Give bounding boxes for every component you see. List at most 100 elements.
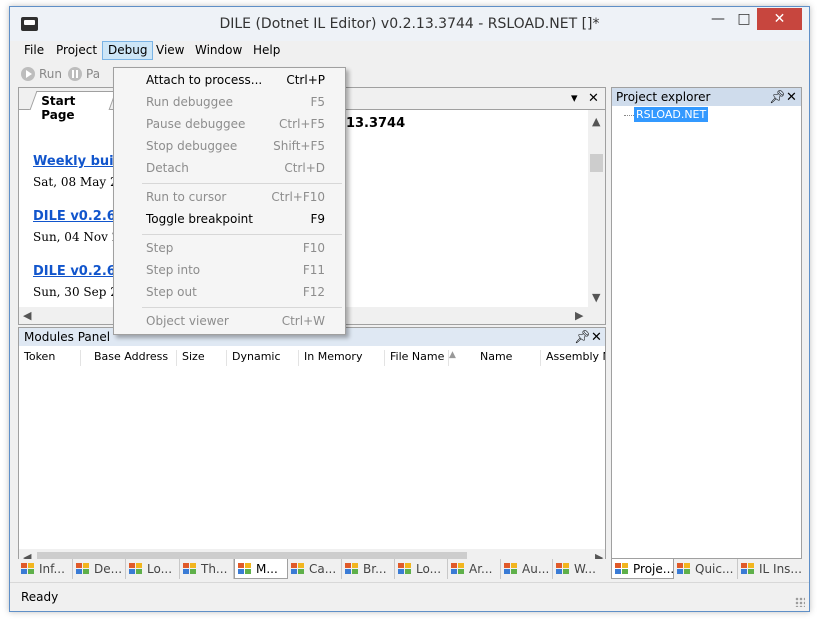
sort-up-icon: ▲ bbox=[449, 350, 456, 360]
close-tab-icon[interactable]: ✕ bbox=[588, 91, 599, 106]
debug-menu-item-pause-debuggee[interactable]: Pause debuggee Ctrl+F5 bbox=[114, 113, 345, 135]
version-heading: .13.3744 bbox=[341, 116, 406, 131]
pause-icon bbox=[68, 67, 82, 81]
column-base-address[interactable]: Base Address bbox=[89, 350, 177, 366]
tab-debug-output[interactable]: De... bbox=[73, 559, 126, 579]
menu-item-shortcut: Ctrl+F10 bbox=[271, 190, 325, 204]
menu-item-label: Toggle breakpoint bbox=[146, 212, 253, 226]
close-button[interactable]: ✕ bbox=[757, 8, 802, 30]
menu-item-label: Pause debuggee bbox=[146, 117, 246, 131]
menu-item-shortcut: Ctrl+W bbox=[281, 314, 325, 328]
column-file-name[interactable]: File Name bbox=[385, 350, 449, 366]
close-panel-icon[interactable]: ✕ bbox=[591, 330, 602, 345]
scroll-left-icon[interactable]: ◀ bbox=[23, 309, 31, 322]
close-panel-icon[interactable]: ✕ bbox=[786, 90, 797, 105]
menu-bar: File Project Debug View Window Help bbox=[10, 41, 809, 60]
debug-menu-item-run-to-cursor[interactable]: Run to cursor Ctrl+F10 bbox=[114, 186, 345, 208]
menu-item-shortcut: F10 bbox=[302, 241, 325, 255]
status-text: Ready bbox=[21, 590, 59, 604]
maximize-button[interactable]: □ bbox=[731, 8, 757, 30]
panel-icon bbox=[741, 563, 755, 575]
menu-window[interactable]: Window bbox=[190, 41, 247, 60]
news-date: Sat, 08 May 2 bbox=[33, 175, 118, 189]
pause-label: Pa bbox=[86, 67, 101, 81]
menu-item-label: Step bbox=[146, 241, 174, 255]
tab-list-icon[interactable]: ▾ bbox=[571, 91, 578, 106]
debug-menu-item-stop-debuggee[interactable]: Stop debuggee Shift+F5 bbox=[114, 135, 345, 157]
panel-icon bbox=[238, 562, 252, 575]
resize-grip-icon[interactable] bbox=[795, 597, 805, 607]
news-link[interactable]: DILE v0.2.6 bbox=[33, 264, 116, 279]
column-dynamic[interactable]: Dynamic bbox=[227, 350, 299, 366]
pin-icon[interactable]: 📌︎ bbox=[769, 90, 786, 105]
tab-information[interactable]: Inf... bbox=[18, 559, 73, 579]
debug-menu-item-step-into[interactable]: Step into F11 bbox=[114, 259, 345, 281]
panel-icon bbox=[451, 563, 465, 575]
column-name[interactable]: Name bbox=[475, 350, 541, 366]
panel-icon bbox=[504, 563, 518, 575]
menu-item-shortcut: F9 bbox=[310, 212, 325, 226]
menu-separator bbox=[142, 307, 342, 308]
tab-threads[interactable]: Th... bbox=[180, 559, 234, 579]
scroll-up-icon[interactable]: ▲ bbox=[592, 115, 600, 128]
tab-call-stack[interactable]: Ca... bbox=[288, 559, 342, 579]
menu-item-shortcut: F11 bbox=[302, 263, 325, 277]
tab-auto-objects[interactable]: Au... bbox=[501, 559, 553, 579]
menu-item-label: Run to cursor bbox=[146, 190, 227, 204]
menu-item-label: Step into bbox=[146, 263, 201, 277]
title-bar[interactable]: DILE (Dotnet IL Editor) v0.2.13.3744 - R… bbox=[10, 7, 809, 41]
tab-modules[interactable]: M... bbox=[234, 559, 288, 579]
debug-menu-item-run-debuggee[interactable]: Run debuggee F5 bbox=[114, 91, 345, 113]
project-tree-node[interactable]: RSLOAD.NET bbox=[634, 107, 709, 122]
column-token[interactable]: Token bbox=[19, 350, 81, 366]
debug-menu-item-step-out[interactable]: Step out F12 bbox=[114, 281, 345, 303]
menu-item-shortcut: Shift+F5 bbox=[273, 139, 325, 153]
menu-debug[interactable]: Debug bbox=[102, 41, 154, 60]
menu-project[interactable]: Project bbox=[51, 41, 102, 60]
debug-menu-item-detach[interactable]: Detach Ctrl+D bbox=[114, 157, 345, 179]
debug-menu-item-attach-to-process[interactable]: Attach to process... Ctrl+P bbox=[114, 69, 345, 91]
menu-item-shortcut: F5 bbox=[310, 95, 325, 109]
tab-breakpoints[interactable]: Br... bbox=[342, 559, 395, 579]
app-window: DILE (Dotnet IL Editor) v0.2.13.3744 - R… bbox=[9, 6, 810, 612]
scroll-thumb[interactable] bbox=[590, 154, 603, 172]
column-size[interactable]: Size bbox=[177, 350, 227, 366]
minimize-button[interactable]: — bbox=[705, 8, 731, 30]
scroll-down-icon[interactable]: ▼ bbox=[592, 291, 600, 304]
tab-quick-search[interactable]: Quic... bbox=[674, 559, 738, 579]
column-assembly-name[interactable]: Assembly Na bbox=[541, 350, 605, 366]
panel-icon bbox=[398, 563, 412, 575]
tab-project-explorer[interactable]: Proje... bbox=[611, 559, 674, 579]
modules-panel-title: Modules Panel bbox=[24, 330, 111, 344]
tab-locals[interactable]: Lo... bbox=[395, 559, 448, 579]
vertical-scrollbar[interactable]: ▲ ▼ bbox=[588, 110, 605, 308]
tab-start-page[interactable]: Start Page bbox=[29, 91, 117, 122]
panel-icon bbox=[556, 563, 570, 575]
debug-menu-item-toggle-breakpoint[interactable]: Toggle breakpoint F9 bbox=[114, 208, 345, 230]
tab-il-instructions[interactable]: IL Ins... bbox=[738, 559, 802, 579]
debug-menu-item-step[interactable]: Step F10 bbox=[114, 237, 345, 259]
menu-view[interactable]: View bbox=[151, 41, 189, 60]
bottom-tab-strip: Inf... De... Lo... Th... M... Ca... Br..… bbox=[18, 559, 606, 581]
panel-icon bbox=[291, 563, 305, 575]
menu-item-label: Stop debuggee bbox=[146, 139, 238, 153]
panel-icon bbox=[345, 563, 359, 575]
project-tab-strip: Proje... Quic... IL Ins... bbox=[611, 559, 802, 581]
panel-icon bbox=[677, 563, 691, 575]
panel-icon bbox=[615, 562, 629, 575]
run-button[interactable]: Run bbox=[21, 65, 62, 83]
pause-button[interactable]: Pa bbox=[68, 65, 100, 83]
tab-arguments[interactable]: Ar... bbox=[448, 559, 501, 579]
debug-menu-item-object-viewer[interactable]: Object viewer Ctrl+W bbox=[114, 310, 345, 332]
menu-help[interactable]: Help bbox=[248, 41, 285, 60]
scroll-right-icon[interactable]: ▶ bbox=[575, 309, 583, 322]
pin-icon[interactable]: 📌︎ bbox=[574, 330, 591, 345]
column-in-memory[interactable]: In Memory bbox=[299, 350, 385, 366]
news-link[interactable]: Weekly bui bbox=[33, 154, 114, 169]
news-link[interactable]: DILE v0.2.6 bbox=[33, 209, 116, 224]
menu-file[interactable]: File bbox=[19, 41, 49, 60]
tab-watch[interactable]: W... bbox=[553, 559, 606, 579]
menu-item-label: Step out bbox=[146, 285, 197, 299]
tab-log[interactable]: Lo... bbox=[126, 559, 180, 579]
menu-item-shortcut: F12 bbox=[302, 285, 325, 299]
